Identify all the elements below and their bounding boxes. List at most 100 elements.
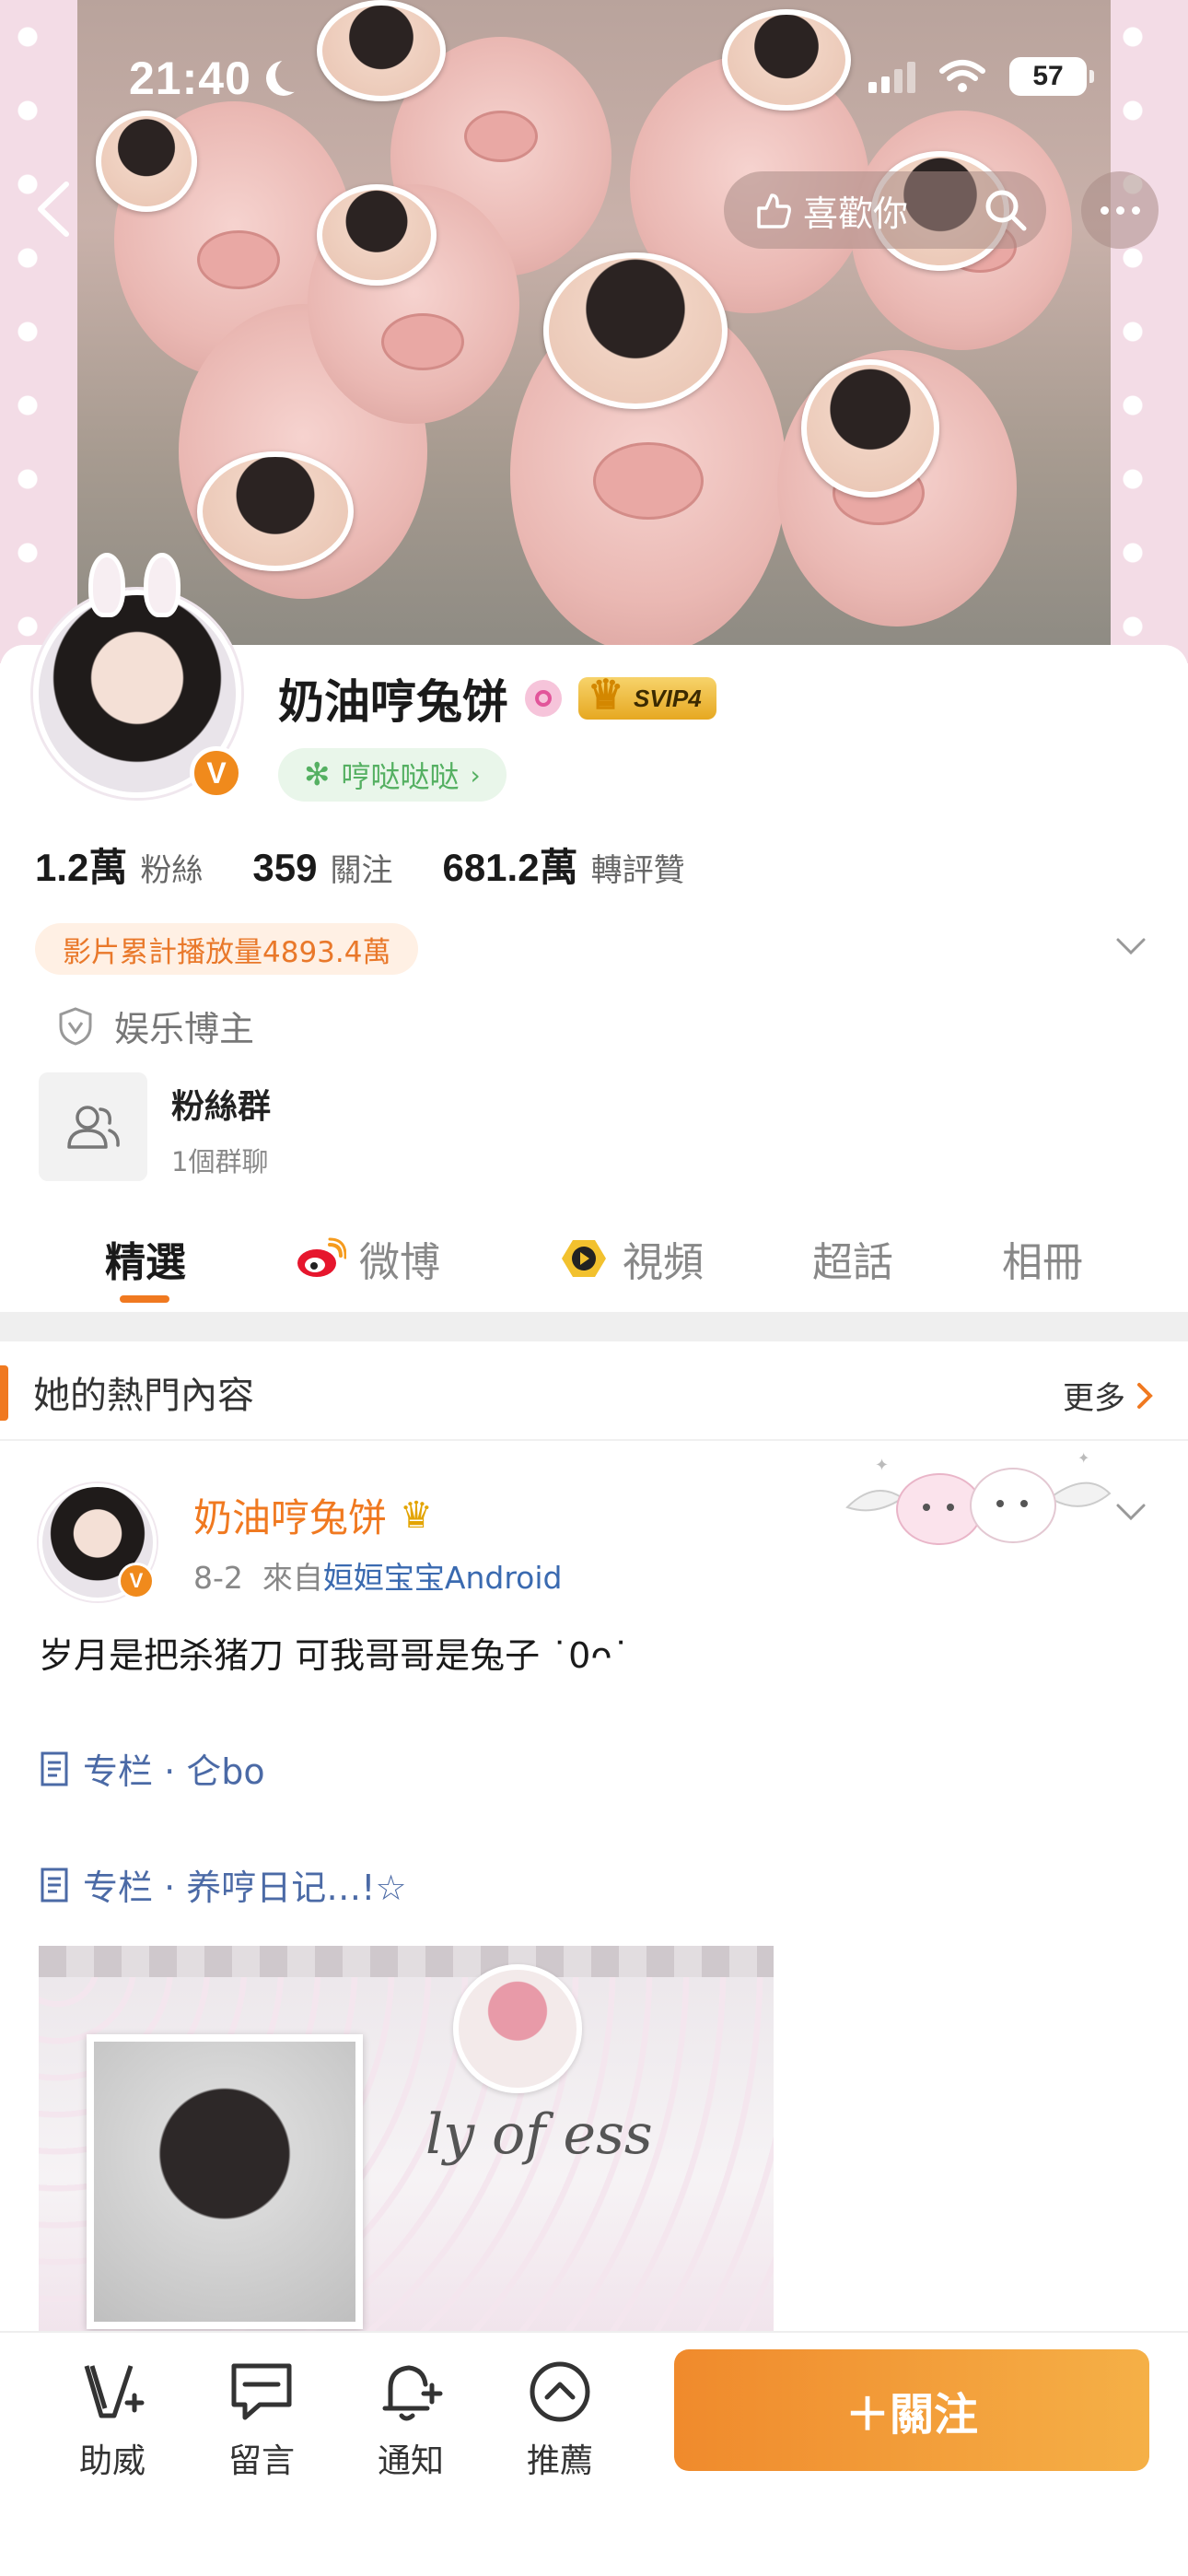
message-button[interactable]: 留言 bbox=[206, 2357, 317, 2482]
recommend-button[interactable]: 推薦 bbox=[505, 2357, 615, 2482]
profile-avatar[interactable]: V bbox=[33, 553, 249, 805]
cute-sticker-decoration: ✦ ✦ bbox=[845, 1449, 1112, 1545]
hot-content-header: 她的熱門內容 更多 bbox=[0, 1341, 1188, 1441]
follow-button[interactable]: ＋關注 bbox=[674, 2349, 1149, 2471]
more-options-button[interactable] bbox=[1081, 171, 1159, 249]
bottom-item-label: 留言 bbox=[227, 2442, 295, 2480]
stat-label: 粉絲 bbox=[140, 852, 204, 889]
image-portrait-photo bbox=[87, 2034, 363, 2329]
verified-badge-icon: V bbox=[190, 746, 243, 800]
stat-number: 359 bbox=[252, 846, 318, 889]
tab-videos[interactable]: 視頻 bbox=[558, 1229, 704, 1288]
tab-label: 精選 bbox=[105, 1239, 186, 1286]
post-author-row[interactable]: 奶油哼兔饼 ♛ bbox=[193, 1487, 433, 1543]
like-search-pill[interactable]: 喜歡你 bbox=[724, 171, 1046, 249]
chevron-right-icon bbox=[1137, 1382, 1153, 1409]
stat-followers[interactable]: 1.2萬 粉絲 bbox=[35, 837, 203, 893]
profile-stats: 1.2萬 粉絲 359 關注 681.2萬 轉評贊 bbox=[35, 837, 685, 893]
bottom-action-bar: 助威 留言 通知 推薦 ＋關注 bbox=[0, 2331, 1188, 2576]
cheer-v-plus-icon bbox=[84, 2365, 145, 2418]
cheer-button[interactable]: 助威 bbox=[57, 2357, 168, 2482]
fan-group-button[interactable] bbox=[39, 1072, 147, 1181]
status-indicators: 57 bbox=[868, 57, 1094, 96]
post-column-link[interactable]: 专栏 · 养哼日记…!☆ bbox=[39, 1859, 407, 1910]
notify-button[interactable]: 通知 bbox=[355, 2357, 466, 2482]
tab-label: 相冊 bbox=[1002, 1239, 1083, 1286]
recommend-up-icon bbox=[530, 2361, 590, 2422]
column-link-label: 专栏 · 养哼日记…!☆ bbox=[83, 1868, 407, 1908]
stat-interactions[interactable]: 681.2萬 轉評贊 bbox=[442, 837, 684, 893]
fan-group-title[interactable]: 粉絲群 bbox=[171, 1080, 271, 1128]
female-gender-icon bbox=[525, 680, 562, 717]
like-label[interactable]: 喜歡你 bbox=[803, 185, 908, 236]
column-article-icon bbox=[41, 1868, 68, 1902]
face-sticker bbox=[722, 9, 851, 111]
weibo-logo-icon bbox=[297, 1237, 346, 1277]
video-play-count-badge[interactable]: 影片累計播放量4893.4萬 bbox=[35, 923, 419, 975]
face-sticker bbox=[801, 359, 939, 498]
chevron-right-icon: › bbox=[470, 759, 481, 790]
more-label: 更多 bbox=[1063, 1380, 1125, 1417]
role-label: 娱乐博主 bbox=[114, 1009, 255, 1049]
signal-icon bbox=[868, 60, 915, 93]
tab-featured[interactable]: 精選 bbox=[105, 1229, 186, 1288]
battery-level: 57 bbox=[1009, 57, 1087, 96]
svg-text:✦: ✦ bbox=[875, 1456, 889, 1475]
column-article-icon bbox=[41, 1751, 68, 1786]
bottom-item-label: 通知 bbox=[377, 2442, 444, 2480]
post-image[interactable]: ly of ess bbox=[39, 1946, 774, 2333]
hot-content-title: 她的熱門內容 bbox=[33, 1375, 254, 1417]
like-hand-icon bbox=[757, 193, 791, 228]
group-people-icon bbox=[67, 1106, 120, 1149]
pig-snout bbox=[464, 111, 538, 162]
bunny-ear-decoration bbox=[144, 553, 181, 617]
role-row: 娱乐博主 bbox=[57, 1001, 254, 1051]
crown-icon: ♛ bbox=[400, 1493, 433, 1537]
column-link-label: 专栏 · 仑bo bbox=[83, 1751, 265, 1792]
video-play-icon bbox=[562, 1240, 606, 1277]
battery-icon: 57 bbox=[1009, 57, 1094, 96]
back-button[interactable] bbox=[28, 177, 83, 241]
wifi-icon bbox=[939, 60, 985, 92]
pig-snout bbox=[381, 313, 464, 370]
face-sticker bbox=[317, 184, 437, 286]
tab-label: 超話 bbox=[812, 1239, 893, 1286]
pig-snout bbox=[593, 442, 704, 520]
svg-text:✦: ✦ bbox=[1077, 1449, 1089, 1467]
profile-tag-label: 哼哒哒哒 bbox=[341, 759, 460, 794]
stat-label: 轉評贊 bbox=[590, 852, 685, 889]
search-icon[interactable] bbox=[982, 186, 1030, 234]
tab-albums[interactable]: 相冊 bbox=[1002, 1229, 1083, 1288]
profile-name: 奶油哼兔饼 bbox=[278, 675, 508, 729]
post-from-prefix: 來自 bbox=[262, 1560, 323, 1596]
profile-tag-pill[interactable]: ✻ 哼哒哒哒 › bbox=[278, 748, 507, 802]
status-time: 21:40 bbox=[129, 52, 303, 105]
pig-snout bbox=[197, 230, 280, 289]
post-column-link[interactable]: 专栏 · 仑bo bbox=[39, 1743, 265, 1794]
stat-number: 681.2萬 bbox=[442, 846, 578, 889]
svip-badge[interactable]: SVIP4 bbox=[578, 672, 716, 720]
profile-banner[interactable]: 21:40 57 喜歡你 bbox=[0, 0, 1188, 663]
profile-tabs: 精選 微博 視頻 超話 相冊 bbox=[0, 1216, 1188, 1308]
post-author-avatar[interactable]: V bbox=[39, 1483, 157, 1601]
face-sticker bbox=[543, 252, 728, 409]
clover-icon: ✻ bbox=[304, 756, 331, 793]
expand-chevron-down-icon[interactable] bbox=[1114, 929, 1147, 962]
name-row: 奶油哼兔饼 SVIP4 bbox=[278, 665, 716, 732]
post-body-text: 岁月是把杀猪刀 可我哥哥是兔子 ˙0ᴖ˙ bbox=[39, 1635, 630, 1676]
stat-following[interactable]: 359 關注 bbox=[252, 845, 392, 890]
section-divider bbox=[0, 1312, 1188, 1341]
tab-label: 視頻 bbox=[623, 1239, 704, 1286]
tab-super-topics[interactable]: 超話 bbox=[812, 1229, 893, 1288]
message-bubble-icon bbox=[231, 2363, 292, 2420]
face-sticker bbox=[317, 0, 446, 101]
post-options-chevron-icon[interactable] bbox=[1114, 1494, 1147, 1528]
accent-bar bbox=[0, 1365, 8, 1421]
tab-weibo[interactable]: 微博 bbox=[295, 1229, 440, 1288]
shield-icon bbox=[59, 1006, 92, 1046]
face-sticker bbox=[96, 111, 197, 212]
post-source[interactable]: 姮姮宝宝Android bbox=[323, 1560, 563, 1596]
bottom-item-label: 推薦 bbox=[526, 2442, 593, 2480]
more-link[interactable]: 更多 bbox=[1063, 1373, 1155, 1418]
post-author-name: 奶油哼兔饼 bbox=[193, 1495, 388, 1540]
